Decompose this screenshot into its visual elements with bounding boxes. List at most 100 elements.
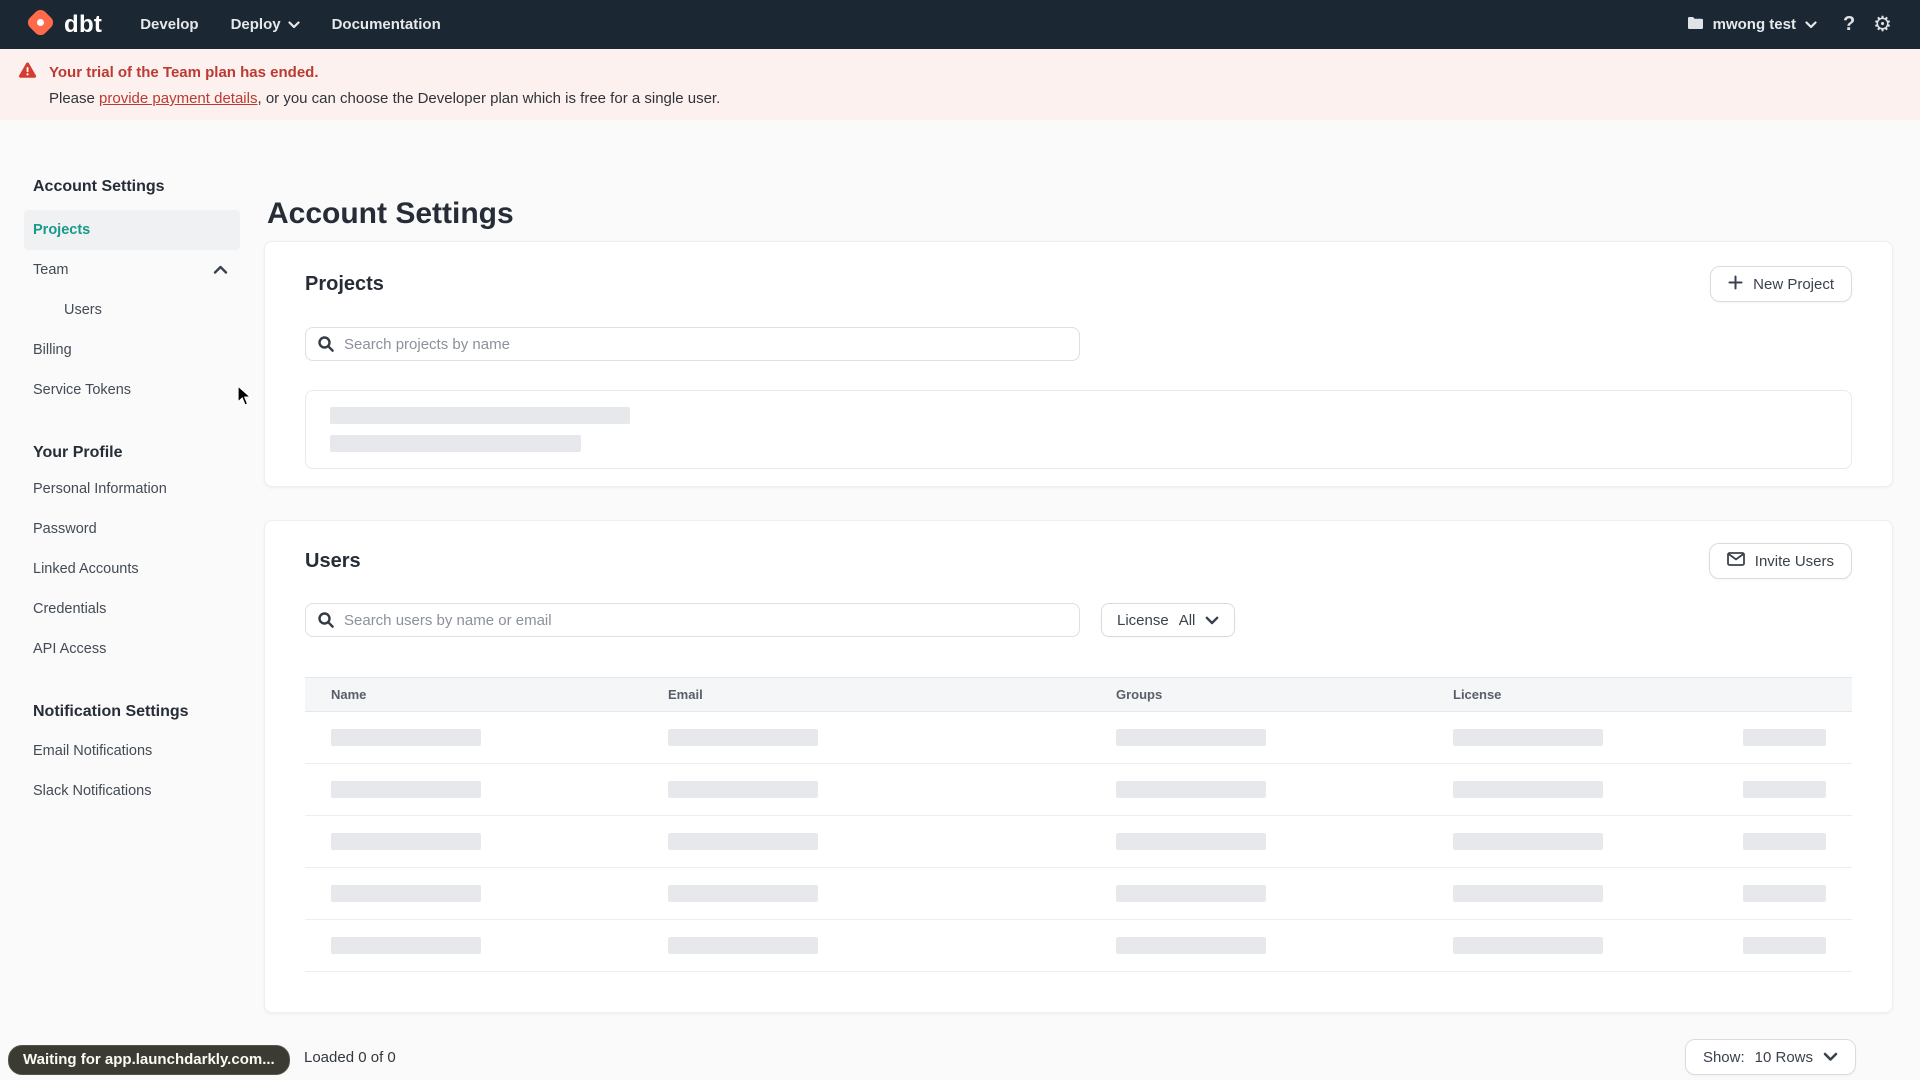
account-name: mwong test	[1712, 16, 1796, 33]
skeleton-bar	[668, 885, 818, 902]
table-row	[305, 712, 1852, 764]
skeleton-bar	[330, 407, 630, 424]
chevron-down-icon	[287, 16, 300, 33]
account-selector[interactable]: mwong test	[1687, 16, 1817, 34]
dbt-logo-text: dbt	[64, 10, 103, 38]
column-header-name: Name	[331, 687, 367, 702]
sidebar-item-email-notifications[interactable]: Email Notifications	[24, 731, 240, 771]
skeleton-bar	[1453, 729, 1603, 746]
skeleton-bar	[1743, 885, 1826, 902]
users-table-footer: Loaded 0 of 0 Show: 10 Rows	[264, 1039, 1893, 1075]
folder-icon	[1687, 16, 1704, 34]
gear-icon[interactable]: ⚙	[1873, 14, 1892, 35]
skeleton-bar	[1743, 729, 1826, 746]
skeleton-bar	[668, 781, 818, 798]
sidebar-item-projects[interactable]: Projects	[24, 210, 240, 250]
dbt-logo[interactable]: dbt	[24, 6, 102, 44]
show-rows-value: 10 Rows	[1754, 1048, 1813, 1066]
invite-users-button[interactable]: Invite Users	[1708, 543, 1852, 579]
skeleton-bar	[1743, 833, 1826, 850]
sidebar-item-personal-information[interactable]: Personal Information	[24, 469, 240, 509]
projects-card-title: Projects	[305, 272, 384, 295]
skeleton-bar	[1743, 781, 1826, 798]
skeleton-bar	[668, 833, 818, 850]
chevron-up-icon	[213, 265, 228, 275]
dbt-logo-icon	[24, 6, 57, 44]
page-title: Account Settings	[267, 197, 514, 230]
sidebar-item-api-access[interactable]: API Access	[24, 629, 240, 669]
sidebar-item-slack-notifications[interactable]: Slack Notifications	[24, 771, 240, 811]
table-row	[305, 868, 1852, 920]
sidebar-item-service-tokens[interactable]: Service Tokens	[24, 370, 240, 410]
envelope-icon	[1726, 552, 1745, 570]
sidebar-heading-your-profile: Your Profile	[33, 444, 123, 461]
payment-details-link[interactable]: provide payment details	[99, 90, 257, 107]
skeleton-bar	[1116, 885, 1266, 902]
help-icon[interactable]: ?	[1843, 13, 1855, 36]
skeleton-bar	[1116, 729, 1266, 746]
search-icon	[317, 611, 335, 634]
search-icon	[317, 335, 335, 358]
projects-loading-panel	[305, 390, 1852, 469]
skeleton-bar	[331, 781, 481, 798]
skeleton-bar	[668, 729, 818, 746]
chevron-down-icon	[1823, 1049, 1838, 1066]
sidebar-item-team[interactable]: Team	[24, 250, 240, 290]
nav-item-deploy[interactable]: Deploy	[231, 16, 300, 33]
skeleton-bar	[1116, 937, 1266, 954]
new-project-button[interactable]: New Project	[1710, 266, 1852, 302]
users-card: Users Invite Users License Al	[264, 520, 1893, 1013]
column-header-email: Email	[668, 687, 703, 702]
show-rows-dropdown[interactable]: Show: 10 Rows	[1684, 1039, 1856, 1075]
nav-item-documentation[interactable]: Documentation	[332, 16, 441, 33]
sidebar-item-credentials[interactable]: Credentials	[24, 589, 240, 629]
show-rows-label: Show:	[1702, 1048, 1745, 1066]
skeleton-bar	[1453, 781, 1603, 798]
skeleton-bar	[1116, 833, 1266, 850]
skeleton-bar	[331, 833, 481, 850]
sidebar-item-users[interactable]: Users	[24, 290, 240, 330]
sidebar-heading-notification-settings: Notification Settings	[33, 703, 189, 720]
nav-item-develop[interactable]: Develop	[140, 16, 198, 33]
users-table: Name Email Groups License	[305, 677, 1852, 972]
skeleton-bar	[330, 435, 581, 452]
skeleton-bar	[1743, 937, 1826, 954]
skeleton-bar	[331, 885, 481, 902]
chevron-down-icon	[1805, 16, 1817, 33]
sidebar-item-linked-accounts[interactable]: Linked Accounts	[24, 549, 240, 589]
nav-right-group: mwong test ? ⚙	[1687, 13, 1892, 36]
sidebar-item-password[interactable]: Password	[24, 509, 240, 549]
license-filter-dropdown[interactable]: License All	[1101, 603, 1236, 637]
table-row	[305, 816, 1852, 868]
users-table-header: Name Email Groups License	[305, 678, 1852, 712]
search-projects-input[interactable]	[305, 327, 1080, 361]
warning-icon	[18, 62, 37, 84]
settings-sidebar: Account Settings Projects Team Users Bil…	[0, 120, 264, 811]
trial-banner-body: Please provide payment details, or you c…	[49, 90, 721, 107]
table-row	[305, 920, 1852, 972]
skeleton-bar	[1116, 781, 1266, 798]
sidebar-heading-account-settings: Account Settings	[33, 178, 165, 195]
plus-icon	[1728, 275, 1743, 294]
chevron-down-icon	[1205, 612, 1219, 629]
column-header-groups: Groups	[1116, 687, 1163, 702]
main-content: Account Settings Projects New Project Se…	[264, 120, 1893, 1075]
trial-banner: Your trial of the Team plan has ended. P…	[0, 49, 1920, 120]
skeleton-bar	[331, 729, 481, 746]
table-row	[305, 764, 1852, 816]
skeleton-bar	[1453, 937, 1603, 954]
projects-card: Projects New Project	[264, 241, 1893, 487]
users-card-title: Users	[305, 549, 361, 572]
column-header-license: License	[1453, 687, 1502, 702]
search-users-input[interactable]	[305, 603, 1080, 637]
sidebar-item-billing[interactable]: Billing	[24, 330, 240, 370]
skeleton-bar	[331, 937, 481, 954]
license-filter-label: License	[1117, 611, 1169, 629]
browser-status-bubble: Waiting for app.launchdarkly.com...	[8, 1045, 290, 1075]
loaded-count: Loaded 0 of 0	[304, 1048, 396, 1066]
column-header-actions	[1717, 678, 1852, 711]
skeleton-bar	[1453, 833, 1603, 850]
skeleton-bar	[668, 937, 818, 954]
skeleton-bar	[1453, 885, 1603, 902]
license-filter-value: All	[1178, 611, 1196, 629]
